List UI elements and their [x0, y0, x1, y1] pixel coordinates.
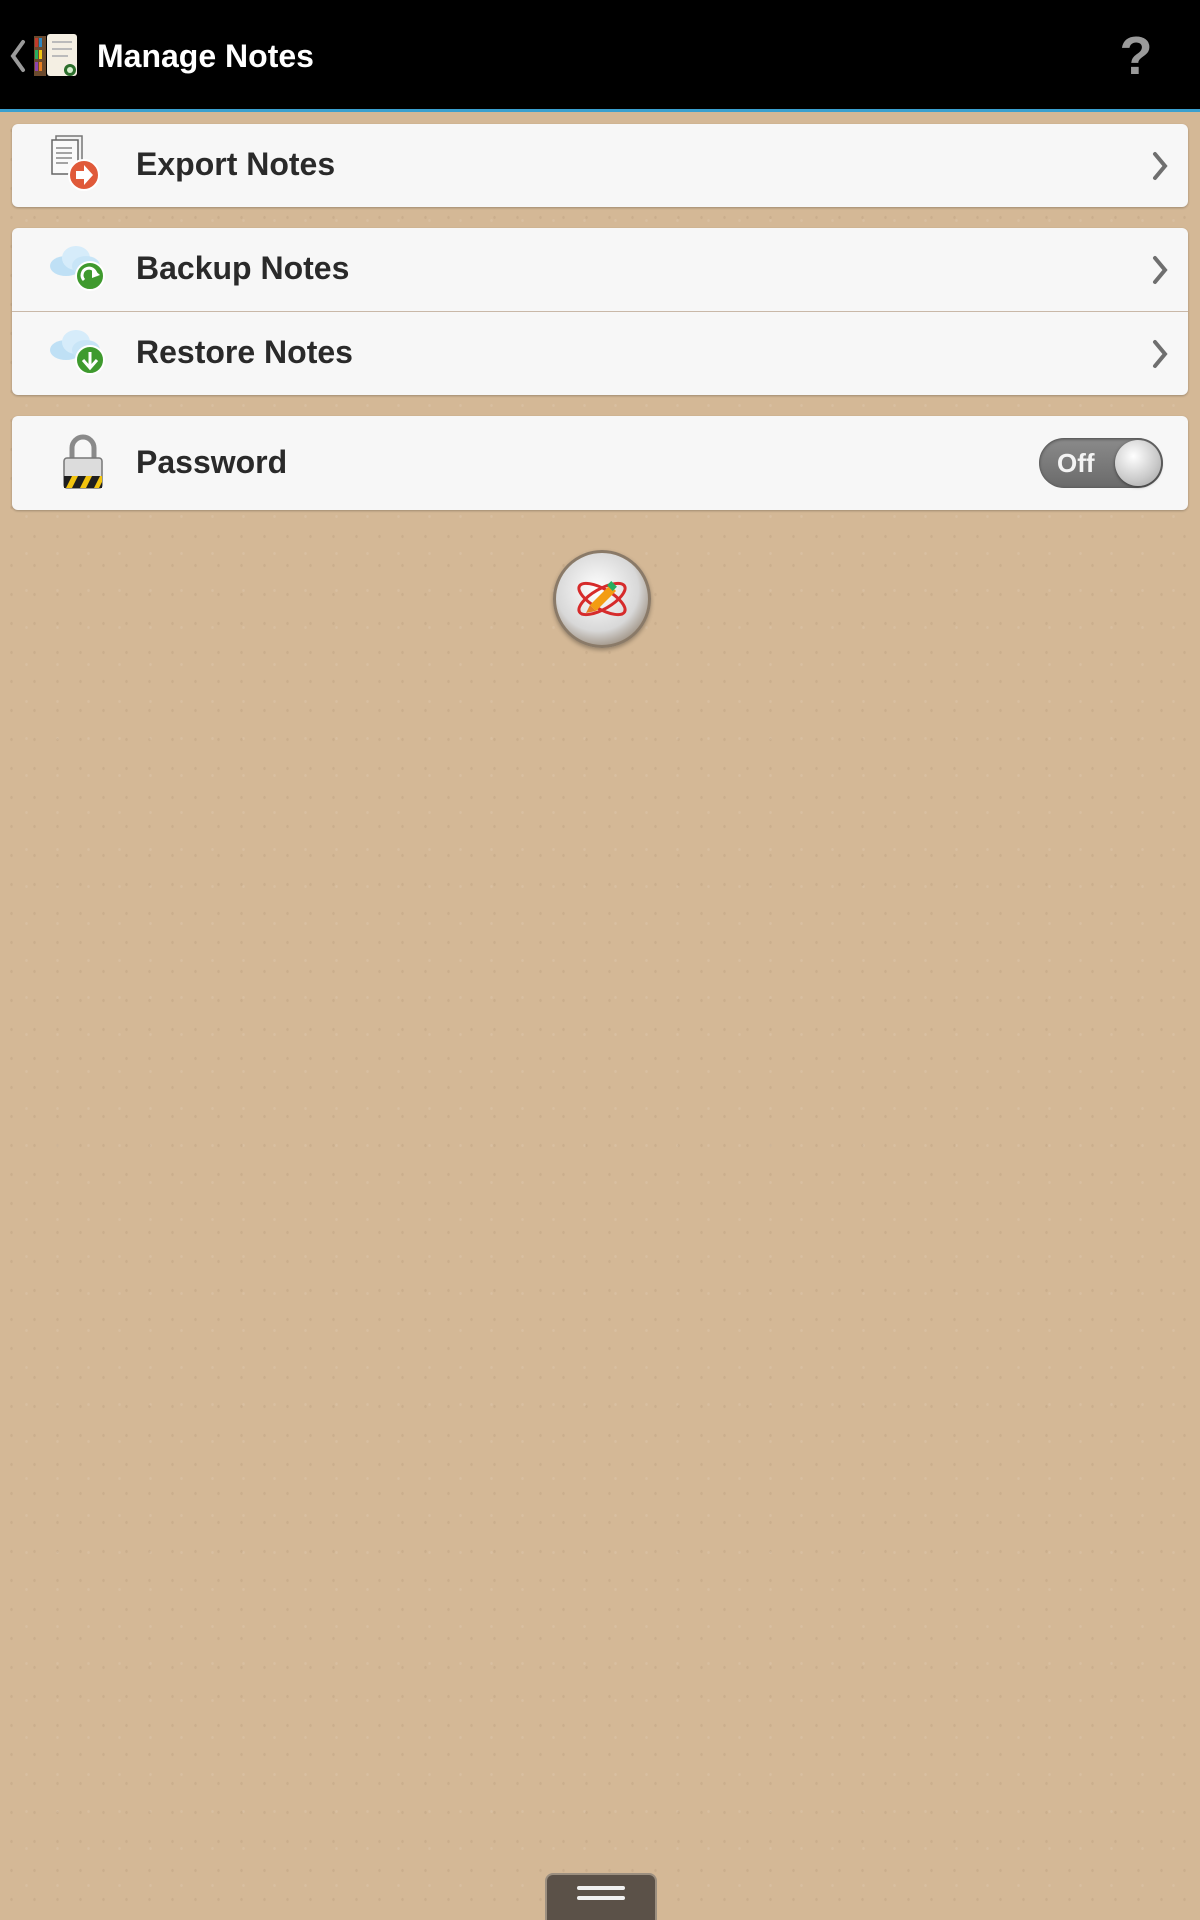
- page-title: Manage Notes: [97, 38, 314, 74]
- toggle-knob: [1115, 440, 1161, 486]
- atom-brush-icon: [577, 581, 627, 617]
- app-logo-icon[interactable]: [32, 32, 82, 80]
- export-notes-label: Export Notes: [136, 146, 336, 182]
- bottom-drawer-handle[interactable]: [545, 1873, 657, 1920]
- menu-line: [577, 1896, 625, 1900]
- password-toggle[interactable]: Off: [1039, 438, 1163, 488]
- cloud-upload-icon: [50, 246, 105, 291]
- password-item: Password Off: [12, 416, 1188, 510]
- action-bar: Manage Notes ?: [0, 0, 1200, 112]
- chevron-right-icon: [1153, 152, 1168, 180]
- toggle-state-label: Off: [1057, 448, 1095, 478]
- help-button[interactable]: ?: [1108, 24, 1164, 88]
- padlock-icon: [63, 434, 103, 489]
- backup-group: Backup Notes Restore Notes: [12, 228, 1188, 395]
- restore-notes-item[interactable]: Restore Notes: [12, 311, 1188, 395]
- back-chevron-icon[interactable]: [8, 38, 28, 74]
- cloud-download-icon: [50, 330, 105, 375]
- export-notes-item[interactable]: Export Notes: [12, 124, 1188, 207]
- menu-line: [577, 1886, 625, 1890]
- chevron-right-icon: [1153, 256, 1168, 284]
- export-group: Export Notes: [12, 124, 1188, 207]
- backup-notes-label: Backup Notes: [136, 250, 350, 286]
- export-document-icon: [51, 135, 100, 191]
- password-label: Password: [136, 444, 288, 480]
- backup-notes-item[interactable]: Backup Notes: [12, 228, 1188, 311]
- restore-notes-label: Restore Notes: [136, 334, 353, 370]
- password-group: Password Off: [12, 416, 1188, 510]
- app-logo-button[interactable]: [553, 550, 651, 648]
- chevron-right-icon: [1153, 340, 1168, 368]
